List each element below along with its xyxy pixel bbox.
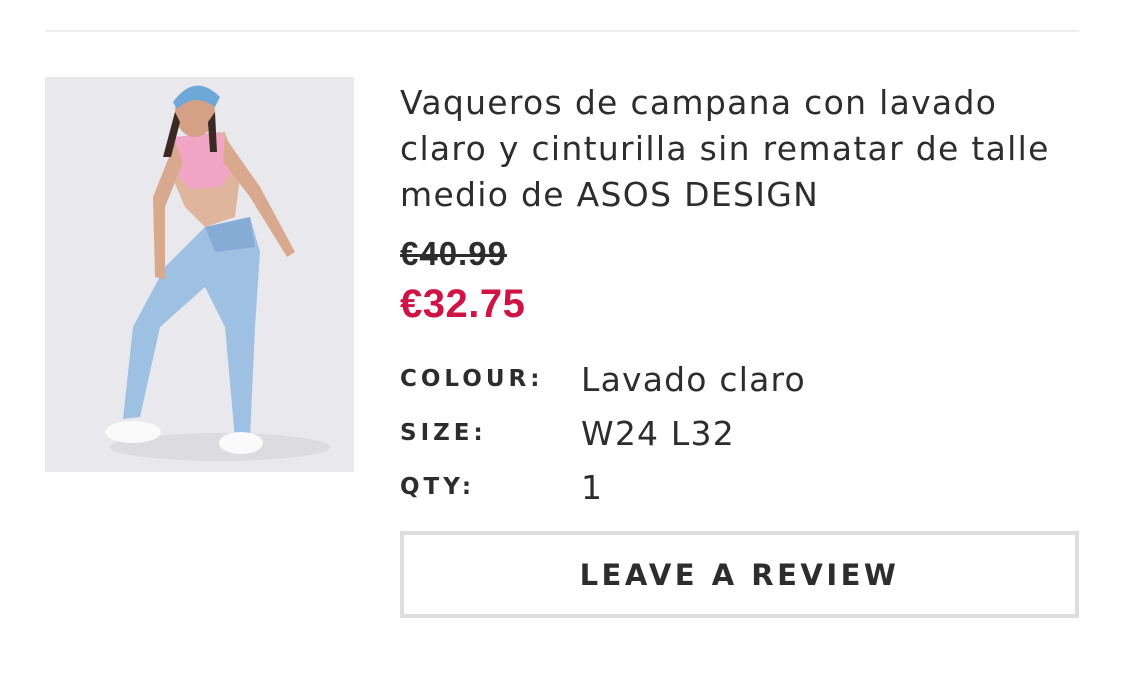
order-item-page: Vaqueros de campana con lavado claro y c…: [0, 0, 1125, 673]
product-info: Vaqueros de campana con lavado claro y c…: [400, 80, 1080, 514]
model-photo: [45, 77, 354, 472]
leave-review-button[interactable]: LEAVE A REVIEW: [400, 531, 1079, 618]
size-label: SIZE:: [400, 420, 487, 446]
attr-row-size: SIZE: W24 L32: [400, 406, 1080, 460]
original-price: €40.99: [400, 235, 507, 272]
colour-value: Lavado claro: [581, 359, 806, 399]
product-attributes: COLOUR: Lavado claro SIZE: W24 L32 QTY: …: [400, 352, 1080, 514]
top-divider: [45, 30, 1079, 32]
qty-value: 1: [581, 467, 604, 507]
sale-price: €32.75: [400, 282, 526, 326]
colour-label: COLOUR:: [400, 366, 544, 392]
cut-off-content: [45, 660, 1079, 673]
qty-label: QTY:: [400, 474, 476, 500]
attr-row-qty: QTY: 1: [400, 460, 1080, 514]
product-title[interactable]: Vaqueros de campana con lavado claro y c…: [400, 80, 1060, 218]
attr-row-colour: COLOUR: Lavado claro: [400, 352, 1080, 406]
size-value: W24 L32: [581, 413, 735, 453]
product-image[interactable]: [45, 77, 354, 472]
